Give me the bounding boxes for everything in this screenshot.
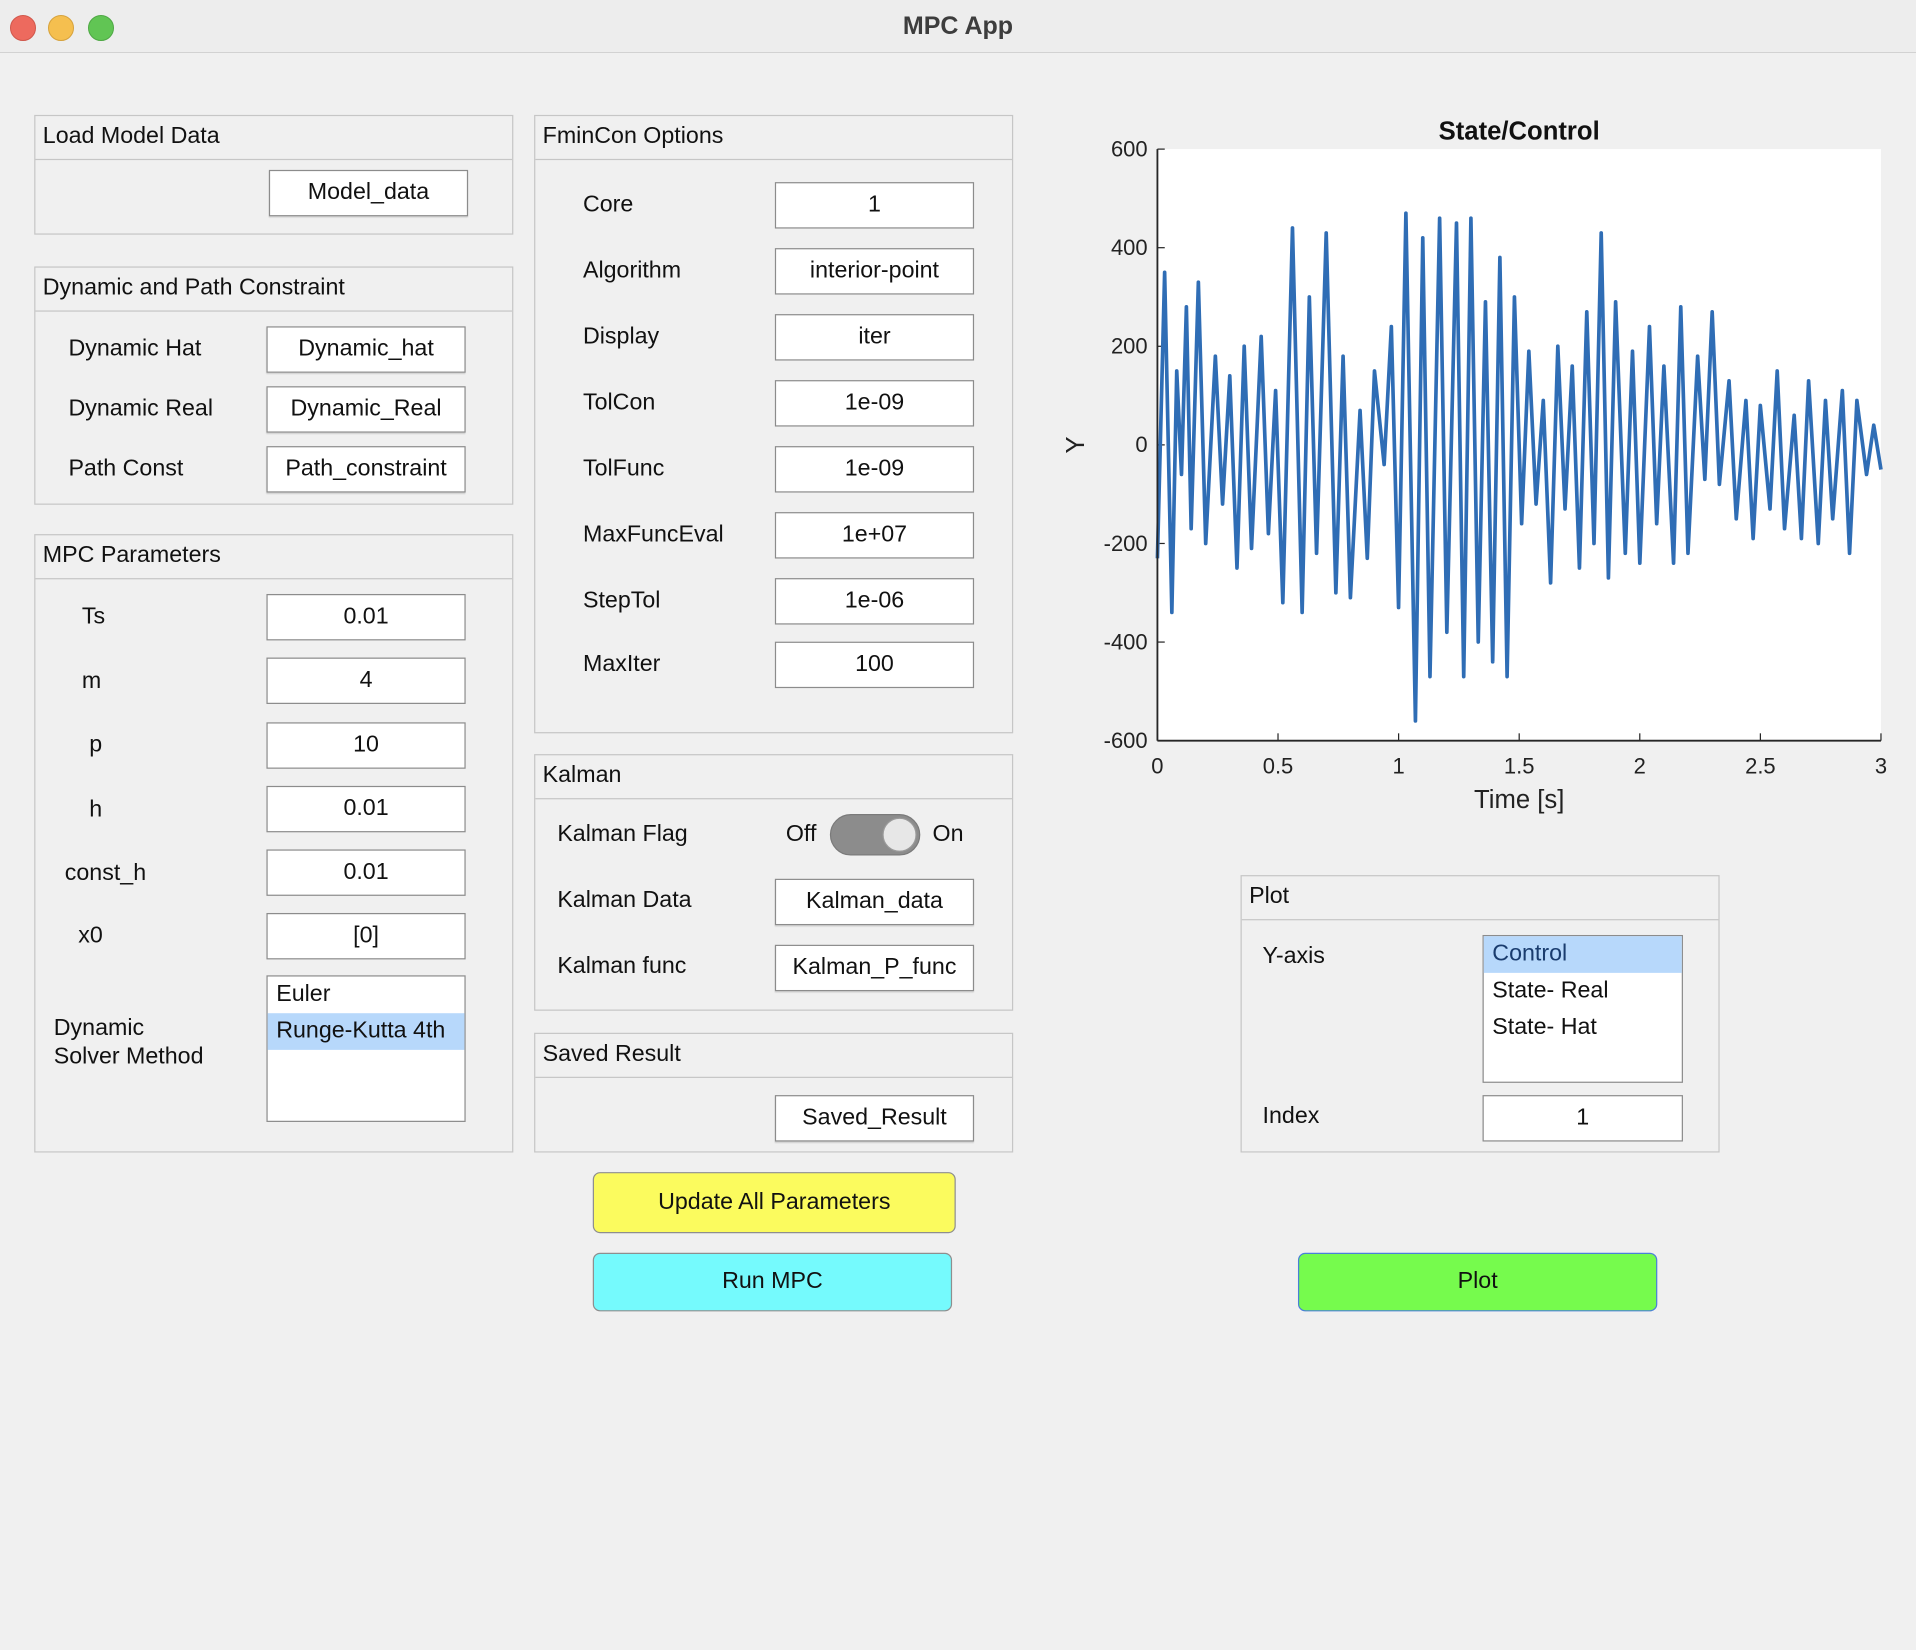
- plot-panel: Plot Y-axis Control State- Real State- H…: [1240, 875, 1720, 1153]
- run-mpc-button[interactable]: Run MPC: [592, 1252, 953, 1312]
- kalman-flag-switch[interactable]: [829, 813, 921, 856]
- chart-y-tick-label: -400: [1104, 629, 1148, 654]
- saved-result-panel: Saved Result Saved_Result: [534, 1032, 1014, 1153]
- chart-x-tick-label: 0: [1151, 754, 1163, 779]
- kalman-func-button[interactable]: Kalman_P_func: [774, 944, 975, 992]
- core-label: Core: [582, 191, 634, 218]
- chart-y-tick-label: -600: [1104, 728, 1148, 753]
- kalman-switch-on-label: On: [932, 821, 964, 847]
- chart-x-tick-label: 2: [1634, 754, 1646, 779]
- kalman-data-button[interactable]: Kalman_data: [774, 878, 975, 926]
- chart-y-tick-label: 200: [1111, 334, 1148, 359]
- fmincon-panel: FminCon Options Core 1 Algorithm interio…: [534, 114, 1014, 734]
- y-axis-option-control[interactable]: Control: [1483, 936, 1682, 973]
- maxiter-field[interactable]: 100: [774, 641, 975, 689]
- state-control-chart[interactable]: 0 0.5 1 1.5 2 2.5 3 600 400 200 0 -200 -400 -600 Stat…: [1051, 108, 1907, 841]
- y-axis-listbox[interactable]: Control State- Real State- Hat: [1482, 934, 1683, 1083]
- plot-panel-title: Plot: [1241, 876, 1719, 921]
- h-label: h: [89, 796, 103, 823]
- chart-xlabel: Time [s]: [1474, 786, 1564, 814]
- dynamic-constraint-panel: Dynamic and Path Constraint Dynamic Hat …: [34, 266, 514, 505]
- index-label: Index: [1262, 1103, 1320, 1130]
- maxfunceval-field[interactable]: 1e+07: [774, 512, 975, 559]
- ts-field[interactable]: 0.01: [266, 593, 466, 641]
- maxfunceval-label: MaxFuncEval: [582, 521, 724, 548]
- saved-result-title: Saved Result: [535, 1034, 1012, 1078]
- m-field[interactable]: 4: [266, 657, 466, 704]
- chart-ylabel: Y: [1062, 436, 1090, 453]
- steptol-field[interactable]: 1e-06: [774, 578, 975, 625]
- p-field[interactable]: 10: [266, 722, 466, 769]
- display-field[interactable]: iter: [774, 314, 975, 361]
- x0-field[interactable]: [0]: [266, 912, 466, 960]
- fmincon-title: FminCon Options: [535, 116, 1012, 161]
- solver-method-listbox[interactable]: Euler Runge-Kutta 4th: [266, 975, 466, 1122]
- ts-label: Ts: [81, 603, 106, 630]
- y-axis-option-state-hat[interactable]: State- Hat: [1484, 1010, 1682, 1047]
- chart-title: State/Control: [1439, 117, 1600, 145]
- x0-label: x0: [78, 922, 103, 949]
- chart-y-tick-label: 600: [1111, 136, 1148, 161]
- const-h-label: const_h: [64, 860, 147, 887]
- solver-method-label-line1: Dynamic: [53, 1015, 145, 1042]
- algorithm-field[interactable]: interior-point: [774, 248, 975, 295]
- tolfunc-label: TolFunc: [582, 455, 665, 482]
- solver-option-rk4[interactable]: Runge-Kutta 4th: [267, 1013, 465, 1050]
- tolcon-field[interactable]: 1e-09: [774, 380, 975, 427]
- dynamic-hat-label: Dynamic Hat: [68, 336, 202, 362]
- core-field[interactable]: 1: [774, 182, 975, 229]
- kalman-flag-label: Kalman Flag: [557, 821, 688, 847]
- kalman-func-label: Kalman func: [557, 953, 687, 979]
- kalman-title: Kalman: [535, 755, 1012, 800]
- tolfunc-field[interactable]: 1e-09: [774, 446, 975, 493]
- kalman-panel: Kalman Kalman Flag Off On Kalman Data Ka…: [534, 754, 1014, 1011]
- model-data-button[interactable]: Model_data: [268, 169, 469, 217]
- h-field[interactable]: 0.01: [266, 785, 466, 833]
- chart-x-tick-label: 1.5: [1504, 754, 1535, 779]
- tolcon-label: TolCon: [582, 389, 656, 416]
- display-label: Display: [582, 323, 660, 350]
- const-h-field[interactable]: 0.01: [266, 849, 466, 896]
- solver-method-label-line2: Solver Method: [53, 1043, 204, 1070]
- chart-x-tick-label: 1: [1392, 754, 1404, 779]
- load-model-panel: Load Model Data Model_data: [34, 114, 514, 235]
- solver-option-euler[interactable]: Euler: [268, 977, 465, 1014]
- dynamic-real-label: Dynamic Real: [68, 395, 213, 422]
- y-axis-label: Y-axis: [1262, 943, 1325, 970]
- chart-y-tick-label: 0: [1135, 432, 1147, 457]
- chart-y-tick-label: 400: [1111, 235, 1148, 260]
- chart-y-tick-label: -200: [1104, 531, 1148, 556]
- switch-knob: [882, 817, 917, 852]
- update-all-parameters-button[interactable]: Update All Parameters: [592, 1172, 956, 1234]
- kalman-data-label: Kalman Data: [557, 887, 692, 913]
- load-model-title: Load Model Data: [35, 116, 513, 161]
- saved-result-button[interactable]: Saved_Result: [774, 1095, 975, 1142]
- dynamic-hat-button[interactable]: Dynamic_hat: [266, 326, 466, 373]
- chart-x-tick-label: 3: [1875, 754, 1887, 779]
- path-constraint-button[interactable]: Path_constraint: [266, 446, 466, 493]
- plot-button[interactable]: Plot: [1297, 1252, 1658, 1312]
- y-axis-option-state-real[interactable]: State- Real: [1484, 973, 1682, 1010]
- algorithm-label: Algorithm: [582, 257, 682, 284]
- steptol-label: StepTol: [582, 587, 661, 614]
- index-field[interactable]: 1: [1482, 1095, 1683, 1142]
- mpc-parameters-panel: MPC Parameters Ts 0.01 m 4 p 10 h 0.01 c…: [34, 534, 514, 1153]
- dynamic-real-button[interactable]: Dynamic_Real: [266, 386, 466, 433]
- kalman-switch-off-label: Off: [785, 821, 817, 847]
- chart-x-tick-label: 0.5: [1263, 754, 1294, 779]
- app-body: Load Model Data Model_data Dynamic and P…: [0, 0, 1916, 1650]
- m-label: m: [81, 668, 102, 695]
- dynamic-constraint-title: Dynamic and Path Constraint: [35, 268, 513, 312]
- maxiter-label: MaxIter: [582, 651, 661, 678]
- chart-x-tick-label: 2.5: [1745, 754, 1776, 779]
- p-label: p: [89, 732, 103, 758]
- mpc-parameters-title: MPC Parameters: [35, 535, 513, 580]
- path-const-label: Path Const: [68, 455, 184, 482]
